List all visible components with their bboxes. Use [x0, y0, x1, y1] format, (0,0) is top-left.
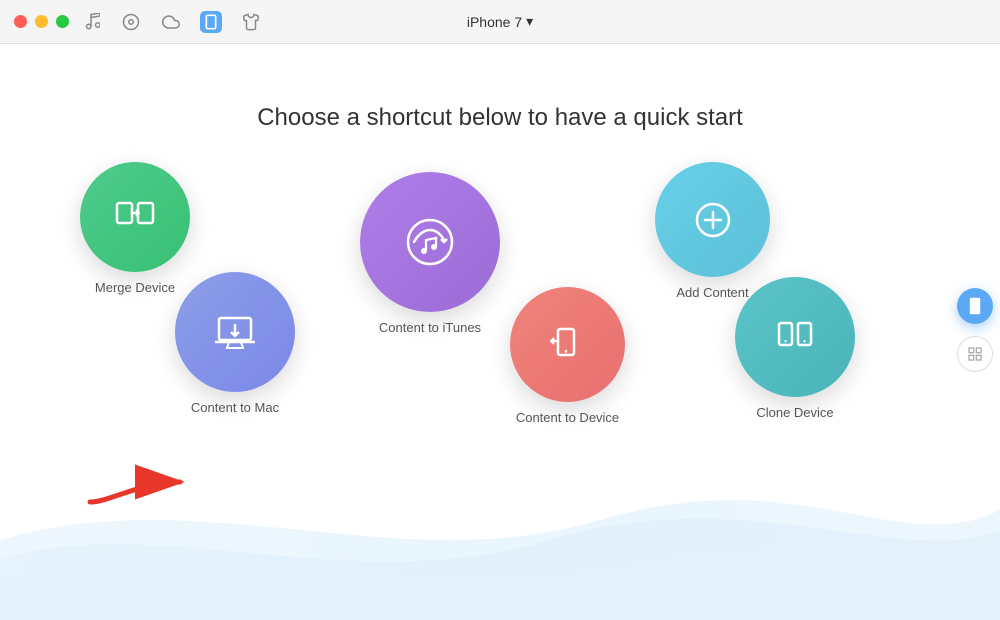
grid-sidebar-button[interactable]: [957, 336, 993, 372]
content-to-mac-shortcut[interactable]: Content to Mac: [175, 272, 295, 415]
shortcuts-area: Merge Device Content to Mac: [0, 142, 1000, 542]
content-to-device-label: Content to Device: [516, 410, 619, 425]
content-to-device-circle[interactable]: [510, 287, 625, 402]
content-to-itunes-shortcut[interactable]: Content to iTunes: [360, 172, 500, 335]
minimize-button[interactable]: [35, 15, 48, 28]
settings-icon[interactable]: [120, 11, 142, 33]
phone-icon[interactable]: [200, 11, 222, 33]
window-title[interactable]: iPhone 7 ▾: [467, 13, 533, 30]
clone-device-shortcut[interactable]: Clone Device: [735, 277, 855, 420]
merge-device-label: Merge Device: [95, 280, 175, 295]
arrow-indicator: [80, 452, 200, 517]
content-to-mac-label: Content to Mac: [191, 400, 279, 415]
shirt-icon[interactable]: [240, 11, 262, 33]
dropdown-arrow: ▾: [526, 13, 533, 30]
merge-device-shortcut[interactable]: Merge Device: [80, 162, 190, 295]
content-to-itunes-circle[interactable]: [360, 172, 500, 312]
toolbar-icons: [80, 11, 262, 33]
clone-device-label: Clone Device: [756, 405, 833, 420]
phone-sidebar-button[interactable]: [957, 288, 993, 324]
main-content: Choose a shortcut below to have a quick …: [0, 44, 1000, 620]
add-content-circle[interactable]: [655, 162, 770, 277]
title-label: iPhone 7: [467, 14, 522, 30]
content-to-device-shortcut[interactable]: Content to Device: [510, 287, 625, 425]
titlebar: iPhone 7 ▾: [0, 0, 1000, 44]
music-icon[interactable]: [80, 11, 102, 33]
clone-device-circle[interactable]: [735, 277, 855, 397]
close-button[interactable]: [14, 15, 27, 28]
right-sidebar: [950, 88, 1000, 620]
cloud-icon[interactable]: [160, 11, 182, 33]
maximize-button[interactable]: [56, 15, 69, 28]
traffic-lights: [14, 15, 69, 28]
content-to-itunes-label: Content to iTunes: [379, 320, 481, 335]
page-title: Choose a shortcut below to have a quick …: [0, 44, 1000, 132]
merge-device-circle[interactable]: [80, 162, 190, 272]
content-to-mac-circle[interactable]: [175, 272, 295, 392]
